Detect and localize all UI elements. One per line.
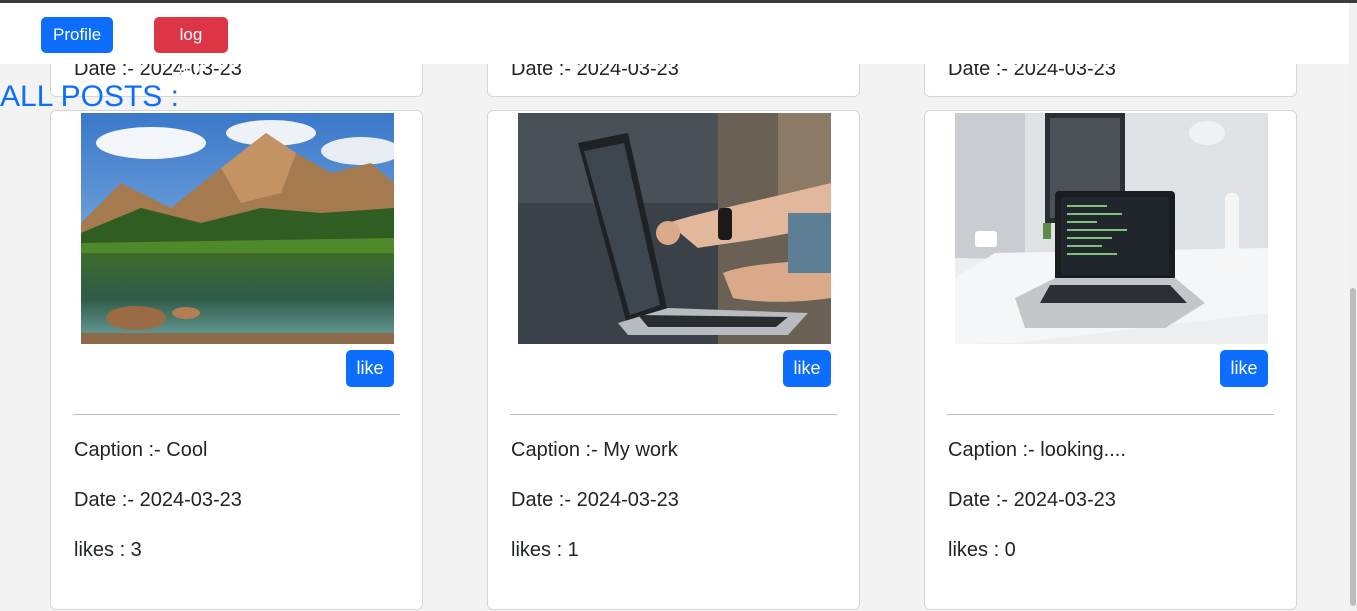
post-image-mountain-lake [81, 113, 394, 344]
post-caption: Caption :- looking.... [948, 439, 1126, 461]
post-date: Date :- 2024-03-23 [948, 489, 1116, 511]
like-button[interactable]: like [1220, 350, 1268, 387]
like-button[interactable]: like [783, 350, 831, 387]
post-card: like Caption :- My work Date :- 2024-03-… [487, 110, 860, 610]
post-card: like Caption :- Cool Date :- 2024-03-23 … [50, 110, 423, 610]
vertical-scrollbar[interactable] [1349, 0, 1357, 611]
post-card: like Caption :- looking.... Date :- 2024… [924, 110, 1297, 610]
viewport: Date :- 2024-03-23 Date :- 2024-03-23 Da… [0, 0, 1357, 611]
post-likes-count: likes : 1 [511, 539, 579, 561]
top-navbar: Profile log out [0, 3, 1349, 80]
post-date: Date :- 2024-03-23 [74, 489, 242, 511]
post-caption: Caption :- My work [511, 439, 678, 461]
post-likes-count: likes : 3 [74, 539, 142, 561]
card-divider [947, 414, 1274, 415]
post-caption: Caption :- Cool [74, 439, 208, 461]
card-divider [510, 414, 837, 415]
logout-button[interactable]: log out [154, 17, 228, 80]
post-likes-count: likes : 0 [948, 539, 1016, 561]
window-top-border [0, 0, 1357, 3]
post-image-desk-laptop [955, 113, 1268, 344]
scrollbar-thumb[interactable] [1350, 288, 1356, 606]
like-button[interactable]: like [346, 350, 394, 387]
post-image-laptop-pointing [518, 113, 831, 344]
profile-button[interactable]: Profile [41, 17, 113, 53]
card-divider [73, 414, 400, 415]
post-date: Date :- 2024-03-23 [511, 489, 679, 511]
section-title: ALL POSTS : [0, 80, 179, 113]
